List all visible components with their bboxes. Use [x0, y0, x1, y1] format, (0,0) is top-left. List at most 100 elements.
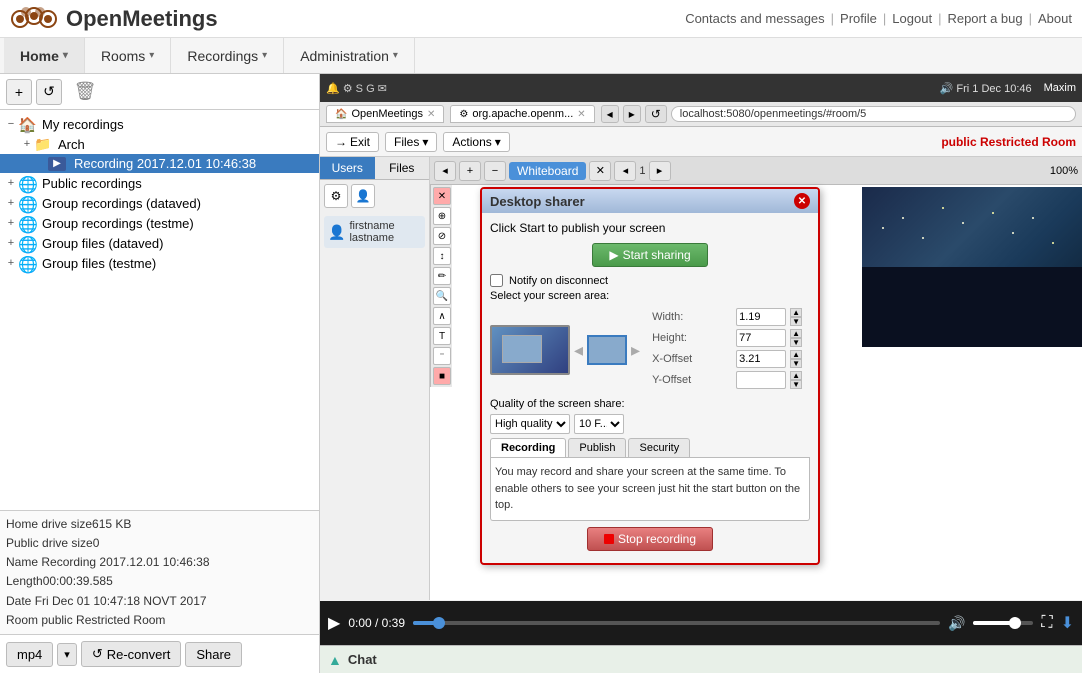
tool-btn-3[interactable]: ⊘ — [433, 227, 451, 245]
progress-bar[interactable] — [413, 621, 940, 625]
expand-group-dataved: + — [4, 197, 18, 209]
add-recording-button[interactable]: + — [6, 79, 32, 105]
ds-start-button[interactable]: ▶ Start sharing — [592, 243, 707, 267]
url-bar[interactable]: localhost:5080/openmeetings/#room/5 — [671, 106, 1076, 122]
browser-tab-2[interactable]: ⚙ org.apache.openm... ✕ — [450, 105, 594, 123]
tree-item-group-files-testme[interactable]: + 🌐 Group files (testme) — [0, 253, 319, 273]
about-link[interactable]: About — [1038, 11, 1072, 26]
chat-bar[interactable]: ▲ Chat — [320, 645, 1082, 673]
share-button[interactable]: Share — [185, 642, 242, 667]
tree-item-group-testme[interactable]: + 🌐 Group recordings (testme) — [0, 213, 319, 233]
actions-button[interactable]: Actions ▾ — [443, 132, 509, 152]
video-area: 🔔 ⚙ S G ✉ 🔊 Fri 1 Dec 10:46 Maxim 🏠 Open… — [320, 74, 1082, 601]
ds-tab-publish[interactable]: Publish — [568, 438, 626, 457]
ds-width-down[interactable]: ▼ — [790, 317, 802, 326]
files-button[interactable]: Files ▾ — [385, 132, 437, 152]
wb-minus-btn[interactable]: − — [484, 161, 506, 181]
wb-prev-page[interactable]: ◂ — [614, 161, 636, 181]
room-icon-btn-1[interactable]: ⚙ — [324, 184, 348, 208]
tree-item-arch[interactable]: + 📁 Arch — [0, 134, 319, 154]
ds-height-up[interactable]: ▲ — [790, 329, 802, 338]
wb-next-page[interactable]: ▸ — [649, 161, 671, 181]
room-users-button[interactable]: Users — [320, 157, 375, 179]
mp4-button[interactable]: mp4 — [6, 642, 53, 667]
ds-height-input[interactable] — [736, 329, 786, 347]
room-content: Users Files ⚙ 👤 👤 firstname lastname — [320, 157, 1082, 600]
play-button[interactable]: ▶ — [328, 613, 340, 633]
nav-home[interactable]: Home ▾ — [4, 38, 85, 73]
desktop-sharer-dialog: Desktop sharer ✕ Click Start to publish … — [480, 187, 820, 565]
logout-link[interactable]: Logout — [892, 11, 932, 26]
wb-close-tab[interactable]: ✕ — [589, 161, 611, 181]
tool-btn-10[interactable]: ■ — [433, 367, 451, 385]
browser-tab-1[interactable]: 🏠 OpenMeetings ✕ — [326, 105, 444, 123]
wb-tab-whiteboard[interactable]: Whiteboard — [509, 162, 586, 180]
volume-bar[interactable] — [973, 621, 1033, 625]
ds-yoffset-up[interactable]: ▲ — [790, 371, 802, 380]
stop-square — [604, 534, 614, 544]
contacts-link[interactable]: Contacts and messages — [685, 11, 824, 26]
tree-item-group-files-dataved[interactable]: + 🌐 Group files (dataved) — [0, 233, 319, 253]
tool-btn-9[interactable]: ⁻ — [433, 347, 451, 365]
tree-item-my-recordings[interactable]: − 🏠 My recordings — [0, 114, 319, 134]
tool-btn-5[interactable]: ✏ — [433, 267, 451, 285]
exit-button[interactable]: → Exit — [326, 132, 379, 152]
wb-left-arrow[interactable]: ◂ — [434, 161, 456, 181]
tool-btn-6[interactable]: 🔍 — [433, 287, 451, 305]
whiteboard-toolbar: ◂ + − Whiteboard ✕ ◂ 1 ▸ 100% — [430, 157, 1082, 185]
ds-width-up[interactable]: ▲ — [790, 308, 802, 317]
refresh-button[interactable]: ↺ — [36, 79, 62, 105]
ds-xoffset-down[interactable]: ▼ — [790, 359, 802, 368]
tree-item-recording-1[interactable]: ▶ Recording 2017.12.01 10:46:38 — [0, 154, 319, 173]
reconvert-button[interactable]: ↺ Re-convert — [81, 641, 181, 667]
tree-item-public-recordings[interactable]: + 🌐 Public recordings — [0, 173, 319, 193]
tool-btn-7[interactable]: ∧ — [433, 307, 451, 325]
ds-xoffset-up[interactable]: ▲ — [790, 350, 802, 359]
ds-height-down[interactable]: ▼ — [790, 338, 802, 347]
ds-screen-area: ◂ ▸ Width: ▲ — [490, 308, 810, 392]
tool-btn-8[interactable]: T — [433, 327, 451, 345]
download-button[interactable]: ⬇ — [1061, 613, 1074, 633]
tab1-close[interactable]: ✕ — [427, 109, 435, 120]
ds-tab-content: You may record and share your screen at … — [490, 458, 810, 521]
nav-administration[interactable]: Administration ▾ — [284, 38, 415, 73]
volume-icon[interactable]: 🔊 — [948, 615, 965, 632]
app-title: OpenMeetings — [66, 6, 218, 32]
ds-quality-select[interactable]: High quality — [490, 414, 570, 434]
volume-thumb[interactable] — [1009, 617, 1021, 629]
ds-yoffset-input[interactable] — [736, 371, 786, 389]
ds-close-button[interactable]: ✕ — [794, 193, 810, 209]
ds-tab-security[interactable]: Security — [628, 438, 690, 457]
tab2-close[interactable]: ✕ — [577, 109, 585, 120]
ds-notify-checkbox[interactable] — [490, 274, 503, 287]
room-files-button[interactable]: Files — [375, 157, 430, 179]
progress-thumb[interactable] — [433, 617, 445, 629]
ds-width-input[interactable] — [736, 308, 786, 326]
tool-btn-4[interactable]: ↕ — [433, 247, 451, 265]
nav-recordings[interactable]: Recordings ▾ — [171, 38, 284, 73]
tool-btn-2[interactable]: ⊕ — [433, 207, 451, 225]
profile-link[interactable]: Profile — [840, 11, 877, 26]
browser-refresh[interactable]: ↺ — [645, 105, 667, 123]
tool-btn-1[interactable]: ✕ — [433, 187, 451, 205]
ds-select-area-label: Select your screen area: — [490, 290, 810, 302]
tree-label-recording-1: Recording 2017.12.01 10:46:38 — [74, 156, 256, 171]
ds-xoffset-input[interactable] — [736, 350, 786, 368]
report-bug-link[interactable]: Report a bug — [947, 11, 1022, 26]
browser-forward[interactable]: ▸ — [623, 105, 641, 123]
ds-stop-button[interactable]: Stop recording — [587, 527, 713, 551]
pipe-3: | — [938, 11, 941, 26]
wb-plus-btn[interactable]: + — [459, 161, 481, 181]
fullscreen-button[interactable]: ⛶ — [1041, 614, 1052, 632]
ds-width-row: Width: ▲ ▼ — [652, 308, 802, 326]
mp4-dropdown-button[interactable]: ▾ — [57, 643, 77, 666]
tree-item-group-dataved[interactable]: + 🌐 Group recordings (dataved) — [0, 193, 319, 213]
browser-back[interactable]: ◂ — [601, 105, 619, 123]
nav-rooms-arrow: ▾ — [149, 50, 154, 61]
ds-fps-select[interactable]: 10 F... — [574, 414, 624, 434]
ds-yoffset-down[interactable]: ▼ — [790, 380, 802, 389]
ds-tab-recording[interactable]: Recording — [490, 438, 566, 457]
tab1-favicon: 🏠 — [335, 109, 347, 120]
room-icon-btn-2[interactable]: 👤 — [351, 184, 375, 208]
nav-rooms[interactable]: Rooms ▾ — [85, 38, 171, 73]
